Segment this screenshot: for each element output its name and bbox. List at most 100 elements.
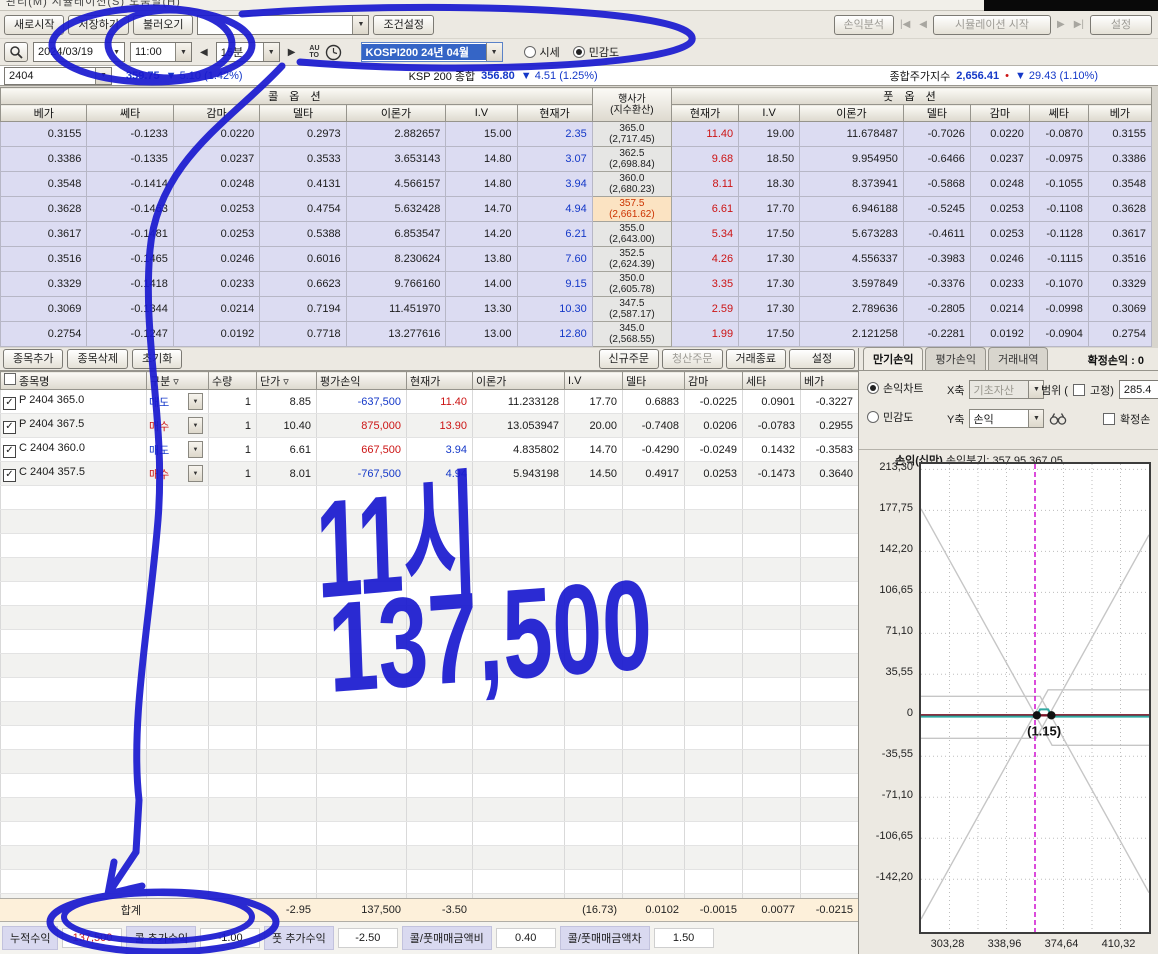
column-header[interactable]: 종목명 bbox=[1, 372, 147, 390]
radio-pnl-chart[interactable]: 손익차트 bbox=[867, 380, 923, 396]
row-checkbox[interactable]: ✓ bbox=[3, 445, 16, 458]
range-fixed-checkbox[interactable] bbox=[1073, 384, 1085, 396]
column-header[interactable]: I.V bbox=[446, 105, 517, 122]
column-header[interactable]: 수량 bbox=[209, 372, 257, 390]
column-header[interactable]: 현재가 bbox=[517, 105, 592, 122]
sort-icon[interactable]: ▿ bbox=[280, 376, 289, 388]
strike-cell[interactable]: 365.0(2,717.45) bbox=[592, 122, 671, 147]
position-row[interactable]: ✓C 2404 357.5매수▼18.01-767,5004.945.94319… bbox=[1, 462, 859, 486]
position-row[interactable]: ✓C 2404 360.0매도▼16.61667,5003.944.835802… bbox=[1, 438, 859, 462]
strike-cell[interactable]: 357.5(2,661.62) bbox=[592, 197, 671, 222]
row-checkbox[interactable]: ✓ bbox=[3, 421, 16, 434]
binoculars-icon[interactable] bbox=[1049, 412, 1067, 425]
side-dropdown-button[interactable]: ▼ bbox=[188, 393, 203, 410]
column-header[interactable]: 베가 bbox=[1, 105, 87, 122]
strike-cell[interactable]: 355.0(2,643.00) bbox=[592, 222, 671, 247]
column-header[interactable]: 델타 bbox=[903, 105, 970, 122]
column-header[interactable]: 델타 bbox=[623, 372, 685, 390]
y-axis-combobox[interactable]: 손익▼ bbox=[969, 409, 1044, 428]
add-item-button[interactable]: 종목추가 bbox=[3, 349, 63, 369]
save-button[interactable]: 저장하기 bbox=[68, 15, 128, 35]
clock-icon[interactable] bbox=[325, 44, 342, 61]
strike-cell[interactable]: 352.5(2,624.39) bbox=[592, 247, 671, 272]
summary-value: 0.40 bbox=[496, 928, 556, 948]
simulation-start-button[interactable]: 시뮬레이션 시작 bbox=[933, 15, 1051, 35]
interval-combobox[interactable]: 15분 ▼ bbox=[216, 42, 280, 62]
radio-sensitivity-chart[interactable]: 민감도 bbox=[867, 409, 913, 425]
step-back-button[interactable]: ◀ bbox=[197, 43, 211, 61]
strike-cell[interactable]: 347.5(2,587.17) bbox=[592, 297, 671, 322]
column-header[interactable]: 이론가 bbox=[800, 105, 904, 122]
search-button[interactable] bbox=[4, 42, 28, 62]
side-dropdown-button[interactable]: ▼ bbox=[188, 417, 203, 434]
order-settings-button[interactable]: 설정 bbox=[789, 349, 855, 369]
radio-quote[interactable]: 시세 bbox=[524, 44, 560, 60]
tab-거래내역[interactable]: 거래내역 bbox=[988, 347, 1048, 370]
date-field[interactable]: 2024/03/19 ▼ bbox=[33, 42, 125, 62]
row-checkbox[interactable]: ✓ bbox=[3, 469, 16, 482]
column-header[interactable]: I.V bbox=[739, 105, 800, 122]
row-checkbox[interactable]: ✓ bbox=[3, 397, 16, 410]
time-combobox[interactable]: 11:00 ▼ bbox=[130, 42, 192, 62]
column-header[interactable]: 현재가 bbox=[672, 105, 739, 122]
nav-prev-button[interactable]: ◀ bbox=[916, 16, 930, 34]
chevron-down-icon[interactable]: ▼ bbox=[175, 43, 191, 61]
nav-next-button[interactable]: ▶ bbox=[1054, 16, 1068, 34]
delete-item-button[interactable]: 종목삭제 bbox=[67, 349, 127, 369]
column-header[interactable]: 쎄타 bbox=[87, 105, 173, 122]
radio-sensitivity[interactable]: 민감도 bbox=[573, 44, 619, 60]
column-header[interactable]: 현재가 bbox=[407, 372, 473, 390]
side-dropdown-button[interactable]: ▼ bbox=[188, 441, 203, 458]
column-header[interactable]: 쎄타 bbox=[1029, 105, 1088, 122]
auto-toggle[interactable]: AUTO bbox=[309, 45, 319, 59]
column-header[interactable]: 감마 bbox=[970, 105, 1029, 122]
condition-settings-button[interactable]: 조건설정 bbox=[373, 15, 433, 35]
chevron-down-icon[interactable]: ▼ bbox=[352, 16, 368, 34]
strike-cell[interactable]: 350.0(2,605.78) bbox=[592, 272, 671, 297]
load-button[interactable]: 불러오기 bbox=[133, 15, 193, 35]
column-header[interactable]: 베가 bbox=[1088, 105, 1151, 122]
nav-first-button[interactable]: |◀ bbox=[897, 16, 913, 34]
chevron-down-icon[interactable]: ▼ bbox=[263, 43, 279, 61]
sort-icon[interactable]: ▿ bbox=[170, 376, 179, 388]
chevron-down-icon[interactable]: ▼ bbox=[486, 43, 502, 61]
position-row[interactable]: ✓P 2404 365.0매도▼18.85-637,50011.4011.233… bbox=[1, 390, 859, 414]
column-header[interactable]: 구분 ▿ bbox=[147, 372, 209, 390]
step-forward-button[interactable]: ▶ bbox=[285, 43, 299, 61]
select-all-checkbox[interactable] bbox=[4, 373, 16, 385]
column-header[interactable]: 베가 bbox=[801, 372, 859, 390]
column-header[interactable]: 감마 bbox=[173, 105, 259, 122]
column-header[interactable]: 이론가 bbox=[346, 105, 446, 122]
side-dropdown-button[interactable]: ▼ bbox=[188, 465, 203, 482]
column-header[interactable]: 감마 bbox=[685, 372, 743, 390]
position-row[interactable]: ✓P 2404 367.5매수▼110.40875,00013.9013.053… bbox=[1, 414, 859, 438]
strike-cell[interactable]: 345.0(2,568.55) bbox=[592, 322, 671, 347]
strike-cell[interactable]: 360.0(2,680.23) bbox=[592, 172, 671, 197]
column-header[interactable]: 평가손익 bbox=[317, 372, 407, 390]
reset-button[interactable]: 초기화 bbox=[132, 349, 182, 369]
range-input[interactable]: 285.4 bbox=[1119, 380, 1158, 399]
chevron-down-icon[interactable]: ▼ bbox=[95, 68, 111, 84]
contract-combobox[interactable]: 2404 ▼ bbox=[4, 67, 112, 85]
instrument-combobox[interactable]: KOSPI200 24년 04월 ▼ bbox=[361, 42, 503, 62]
end-trade-button[interactable]: 거래종료 bbox=[726, 349, 786, 369]
pnl-analysis-button[interactable]: 손익분석 bbox=[834, 15, 894, 35]
tab-평가손익[interactable]: 평가손익 bbox=[925, 347, 985, 370]
settings-button[interactable]: 설정 bbox=[1090, 15, 1152, 35]
column-header[interactable]: 단가 ▿ bbox=[257, 372, 317, 390]
column-header[interactable]: 세타 bbox=[743, 372, 801, 390]
tab-만기손익[interactable]: 만기손익 bbox=[863, 347, 923, 370]
strike-cell[interactable]: 362.5(2,698.84) bbox=[592, 147, 671, 172]
nav-last-button[interactable]: ▶| bbox=[1071, 16, 1087, 34]
column-header[interactable]: 델타 bbox=[260, 105, 346, 122]
restart-button[interactable]: 새로시작 bbox=[4, 15, 64, 35]
x-axis-combobox[interactable]: 기초자산▼ bbox=[969, 380, 1044, 399]
preset-combobox[interactable]: ▼ bbox=[197, 15, 369, 35]
confirmed-pnl-checkbox[interactable] bbox=[1103, 413, 1115, 425]
close-order-button[interactable]: 청산주문 bbox=[662, 349, 722, 369]
chevron-down-icon[interactable]: ▼ bbox=[1028, 410, 1043, 427]
new-order-button[interactable]: 신규주문 bbox=[599, 349, 659, 369]
column-header[interactable]: 이론가 bbox=[473, 372, 565, 390]
column-header[interactable]: I.V bbox=[565, 372, 623, 390]
calendar-dropdown-icon[interactable]: ▼ bbox=[113, 49, 120, 56]
